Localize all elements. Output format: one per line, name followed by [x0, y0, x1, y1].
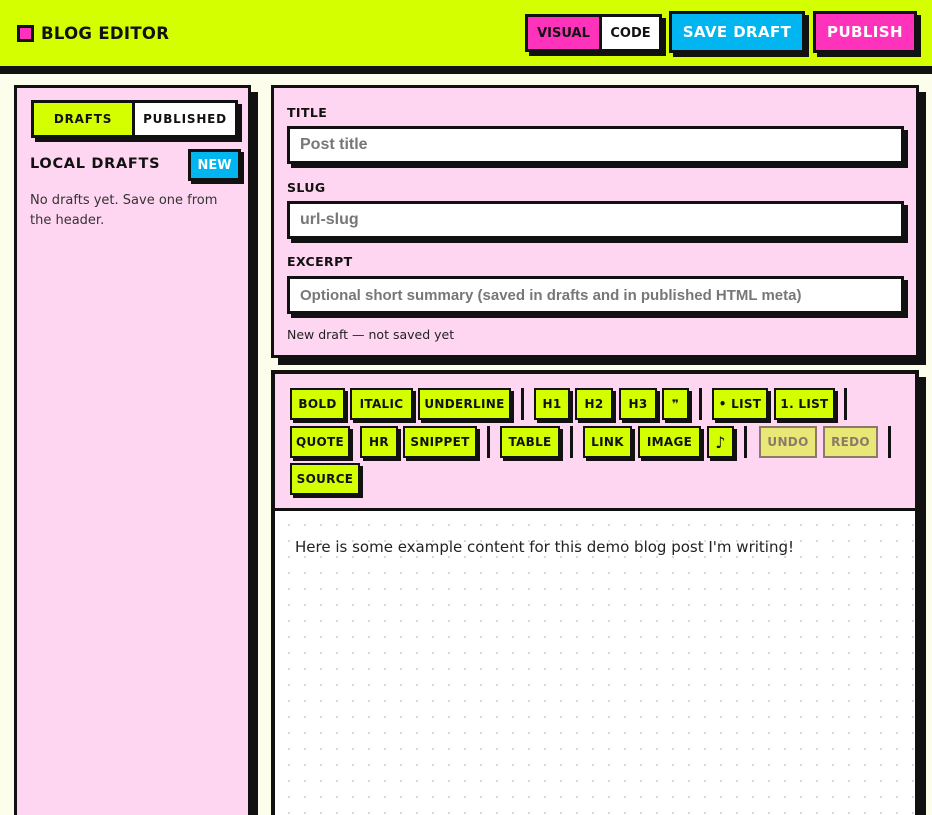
h2-button[interactable]: H2	[575, 388, 613, 420]
draft-status: New draft — not saved yet	[287, 327, 455, 342]
numbered-list-button[interactable]: 1. LIST	[774, 388, 835, 420]
logo-square-icon	[17, 24, 34, 42]
drafts-sidebar: DRAFTS PUBLISHED LOCAL DRAFTS NEW No dra…	[14, 85, 251, 815]
empty-drafts-message: No drafts yet. Save one from the header.	[30, 193, 218, 228]
link-button[interactable]: LINK	[583, 426, 632, 458]
save-draft-button[interactable]: SAVE DRAFT	[669, 11, 805, 53]
editor-content-text[interactable]: Here is some example content for this de…	[295, 538, 794, 556]
blockquote-glyph-button[interactable]: ❞	[662, 388, 689, 420]
toolbar-separator	[699, 388, 702, 420]
bullet-list-button[interactable]: • LIST	[712, 388, 768, 420]
mode-toggle: VISUAL CODE	[525, 14, 662, 52]
publish-button[interactable]: PUBLISH	[813, 11, 917, 53]
tab-published[interactable]: PUBLISHED	[135, 103, 235, 135]
h1-button[interactable]: H1	[534, 388, 570, 420]
formatting-toolbar: BOLD ITALIC UNDERLINE H1 H2 H3 ❞ • LIST …	[275, 374, 915, 511]
toolbar-separator	[570, 426, 573, 458]
new-draft-button[interactable]: NEW	[188, 149, 241, 181]
bold-button[interactable]: BOLD	[290, 388, 345, 420]
slug-label: SLUG	[287, 180, 326, 195]
hr-button[interactable]: HR	[360, 426, 398, 458]
undo-button[interactable]: UNDO	[759, 426, 817, 458]
editor-content-area[interactable]: Here is some example content for this de…	[275, 511, 915, 815]
music-note-icon[interactable]: ♪	[707, 426, 734, 458]
toolbar-separator	[888, 426, 891, 458]
underline-button[interactable]: UNDERLINE	[418, 388, 511, 420]
post-meta-panel: TITLE SLUG EXCERPT New draft — not saved…	[271, 85, 919, 358]
slug-input[interactable]	[287, 201, 904, 239]
image-button[interactable]: IMAGE	[638, 426, 701, 458]
toolbar-separator	[521, 388, 524, 420]
toolbar-separator	[844, 388, 847, 420]
code-mode-button[interactable]: CODE	[602, 17, 659, 49]
title-label: TITLE	[287, 105, 328, 120]
toolbar-separator	[744, 426, 747, 458]
brand: BLOG EDITOR	[17, 23, 169, 43]
snippet-button[interactable]: SNIPPET	[403, 426, 477, 458]
app-title: BLOG EDITOR	[41, 23, 170, 43]
redo-button[interactable]: REDO	[823, 426, 878, 458]
visual-mode-button[interactable]: VISUAL	[528, 17, 602, 49]
italic-button[interactable]: ITALIC	[350, 388, 413, 420]
local-drafts-heading: LOCAL DRAFTS	[30, 156, 161, 172]
source-button[interactable]: SOURCE	[290, 463, 360, 495]
excerpt-label: EXCERPT	[287, 254, 353, 269]
h3-button[interactable]: H3	[619, 388, 657, 420]
toolbar-separator	[487, 426, 490, 458]
excerpt-input[interactable]	[287, 276, 904, 314]
editor-panel: BOLD ITALIC UNDERLINE H1 H2 H3 ❞ • LIST …	[271, 370, 919, 815]
table-button[interactable]: TABLE	[500, 426, 560, 458]
quote-button[interactable]: QUOTE	[290, 426, 350, 458]
title-input[interactable]	[287, 126, 904, 164]
app-header: BLOG EDITOR VISUAL CODE SAVE DRAFT PUBLI…	[0, 0, 932, 74]
sidebar-tabs: DRAFTS PUBLISHED	[31, 100, 238, 138]
tab-drafts[interactable]: DRAFTS	[34, 103, 135, 135]
